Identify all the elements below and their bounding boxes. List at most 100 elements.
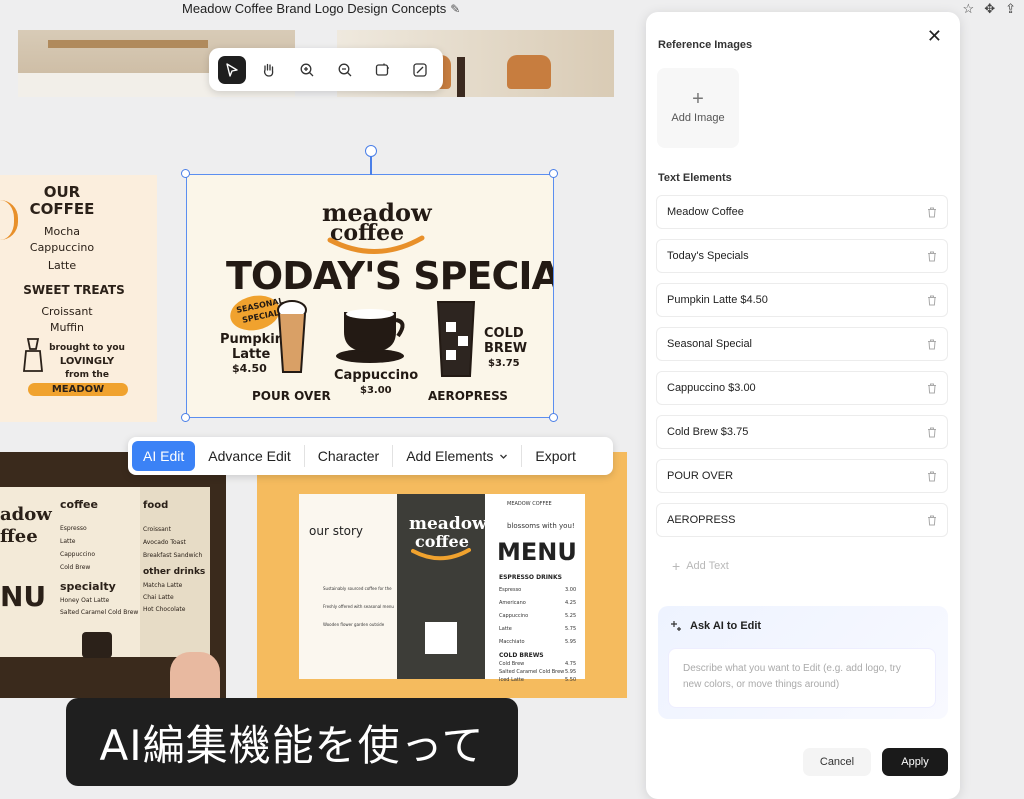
- hand-tool[interactable]: [255, 56, 283, 84]
- text-element-row[interactable]: POUR OVER: [656, 459, 948, 493]
- text-element-row[interactable]: Cappuccino $3.00: [656, 371, 948, 405]
- story-title: our story: [309, 524, 364, 538]
- sparkle-icon: [671, 621, 681, 631]
- small-brand: MEADOW COFFEE: [507, 501, 552, 507]
- select-icon: [226, 62, 238, 77]
- text-element-value: Cold Brew $3.75: [667, 426, 749, 438]
- text-element-value: Seasonal Special: [667, 338, 753, 350]
- move-icon[interactable]: ✥: [984, 1, 995, 17]
- text-element-row[interactable]: Seasonal Special: [656, 327, 948, 361]
- card-text: Latte: [47, 259, 77, 272]
- zoom-in-tool[interactable]: [293, 56, 321, 84]
- export-button[interactable]: Export: [524, 441, 586, 471]
- resize-handle-br[interactable]: [549, 413, 558, 422]
- text-element-value: Meadow Coffee: [667, 206, 744, 218]
- shelf-shape: [48, 40, 208, 48]
- story-point: Sustainably sourced coffee for the: [323, 586, 392, 591]
- add-elements-button[interactable]: Add Elements: [395, 441, 519, 471]
- document-title-text: Meadow Coffee Brand Logo Design Concepts: [182, 1, 447, 16]
- trash-icon[interactable]: [927, 427, 937, 438]
- add-text-button[interactable]: + Add Text: [672, 558, 729, 574]
- trifold-panel-left: our story Sustainably sourced coffee for…: [299, 494, 397, 679]
- card-text: Croissant: [41, 305, 93, 318]
- plus-icon: +: [672, 558, 681, 574]
- menu-col2-title: food: [143, 500, 169, 511]
- menu-price: 5.75: [565, 626, 577, 632]
- add-elements-label: Add Elements: [406, 448, 494, 464]
- trifold-panel-right: MEADOW COFFEE blossoms with you! MENU ES…: [485, 494, 585, 683]
- menu-col1-title: coffee: [60, 498, 98, 511]
- menu-item: Macchiato: [499, 639, 525, 645]
- resize-handle-tr[interactable]: [549, 169, 558, 178]
- resize-handle-bl[interactable]: [181, 413, 190, 422]
- hand-icon: [264, 63, 274, 77]
- menu-price: 3.00: [565, 587, 577, 593]
- canvas-menu-card-left[interactable]: OUR COFFEE Mocha Cappuccino Latte SWEET …: [0, 175, 157, 422]
- menu-item: Avocado Toast: [143, 539, 186, 546]
- menu-brand-2: ffee: [0, 526, 38, 547]
- trash-icon[interactable]: [927, 295, 937, 306]
- text-element-row[interactable]: Today's Specials: [656, 239, 948, 273]
- trifold-brand-1: meadow: [409, 514, 487, 534]
- share-icon[interactable]: ⇪: [1005, 1, 1016, 17]
- text-element-value: Cappuccino $3.00: [667, 382, 756, 394]
- rotation-handle[interactable]: [365, 145, 377, 157]
- card-text: from the: [65, 370, 109, 380]
- trash-icon[interactable]: [927, 471, 937, 482]
- table-shape: [457, 57, 465, 97]
- advance-edit-button[interactable]: Advance Edit: [197, 441, 302, 471]
- menu-item: Matcha Latte: [143, 582, 183, 589]
- story-point: Wooden flower garden outside: [323, 622, 385, 627]
- menu-item: Cappuccino: [499, 613, 529, 619]
- character-button[interactable]: Character: [307, 441, 390, 471]
- edit-title-icon[interactable]: ✎: [450, 2, 460, 16]
- card-text: SWEET TREATS: [23, 283, 125, 297]
- trash-icon[interactable]: [927, 207, 937, 218]
- close-icon[interactable]: ✕: [927, 26, 942, 47]
- trifold-swoosh: [411, 548, 471, 561]
- trash-icon[interactable]: [927, 251, 937, 262]
- espresso-header: ESPRESSO DRINKS: [499, 574, 562, 581]
- text-element-value: Today's Specials: [667, 250, 749, 262]
- menu-price: 5.95: [565, 639, 577, 645]
- card-text: MEADOW: [28, 383, 128, 396]
- element-edit-bar: AI Edit Advance Edit Character Add Eleme…: [128, 437, 613, 475]
- menu-item: Salted Caramel Cold Brew: [60, 609, 139, 616]
- cancel-button[interactable]: Cancel: [803, 748, 871, 776]
- trash-icon[interactable]: [927, 383, 937, 394]
- text-element-row[interactable]: Pumpkin Latte $4.50: [656, 283, 948, 317]
- trash-icon[interactable]: [927, 339, 937, 350]
- star-icon[interactable]: ☆: [963, 1, 975, 17]
- trifold-panel-middle: meadow coffee: [397, 494, 487, 679]
- selection-frame: [186, 174, 554, 418]
- text-element-row[interactable]: Meadow Coffee: [656, 195, 948, 229]
- canvas-image-menu-photo[interactable]: adow ffee NU coffee Espresso Latte Cappu…: [0, 452, 226, 698]
- menu-price: 5.50: [565, 677, 577, 683]
- menu-item: Iced Latte: [499, 677, 524, 683]
- ai-edit-button[interactable]: AI Edit: [132, 441, 196, 471]
- text-element-value: AEROPRESS: [667, 514, 736, 526]
- menu-item: Latte: [60, 538, 76, 545]
- ask-ai-input[interactable]: Describe what you want to Edit (e.g. add…: [668, 648, 936, 708]
- menu-item: Honey Oat Latte: [60, 597, 110, 604]
- text-element-value: POUR OVER: [667, 470, 734, 482]
- canvas-trifold-brochure[interactable]: our story Sustainably sourced coffee for…: [257, 452, 627, 698]
- card-text: brought to you: [49, 343, 125, 353]
- chair-shape: [507, 55, 551, 89]
- crop-tool[interactable]: [406, 56, 434, 84]
- apply-button[interactable]: Apply: [882, 748, 948, 776]
- select-tool[interactable]: [217, 55, 246, 84]
- menu-item: Hot Chocolate: [143, 606, 186, 613]
- text-element-row[interactable]: Cold Brew $3.75: [656, 415, 948, 449]
- resize-handle-tl[interactable]: [181, 169, 190, 178]
- ask-ai-title-text: Ask AI to Edit: [690, 620, 762, 632]
- frame-tool[interactable]: [368, 56, 396, 84]
- add-image-label: Add Image: [671, 112, 725, 124]
- qr-code: [425, 622, 457, 654]
- menu-price: 5.95: [565, 669, 577, 675]
- trash-icon[interactable]: [927, 515, 937, 526]
- document-title[interactable]: Meadow Coffee Brand Logo Design Concepts…: [182, 1, 460, 16]
- add-image-button[interactable]: + Add Image: [657, 68, 739, 148]
- zoom-out-tool[interactable]: [331, 56, 359, 84]
- text-element-row[interactable]: AEROPRESS: [656, 503, 948, 537]
